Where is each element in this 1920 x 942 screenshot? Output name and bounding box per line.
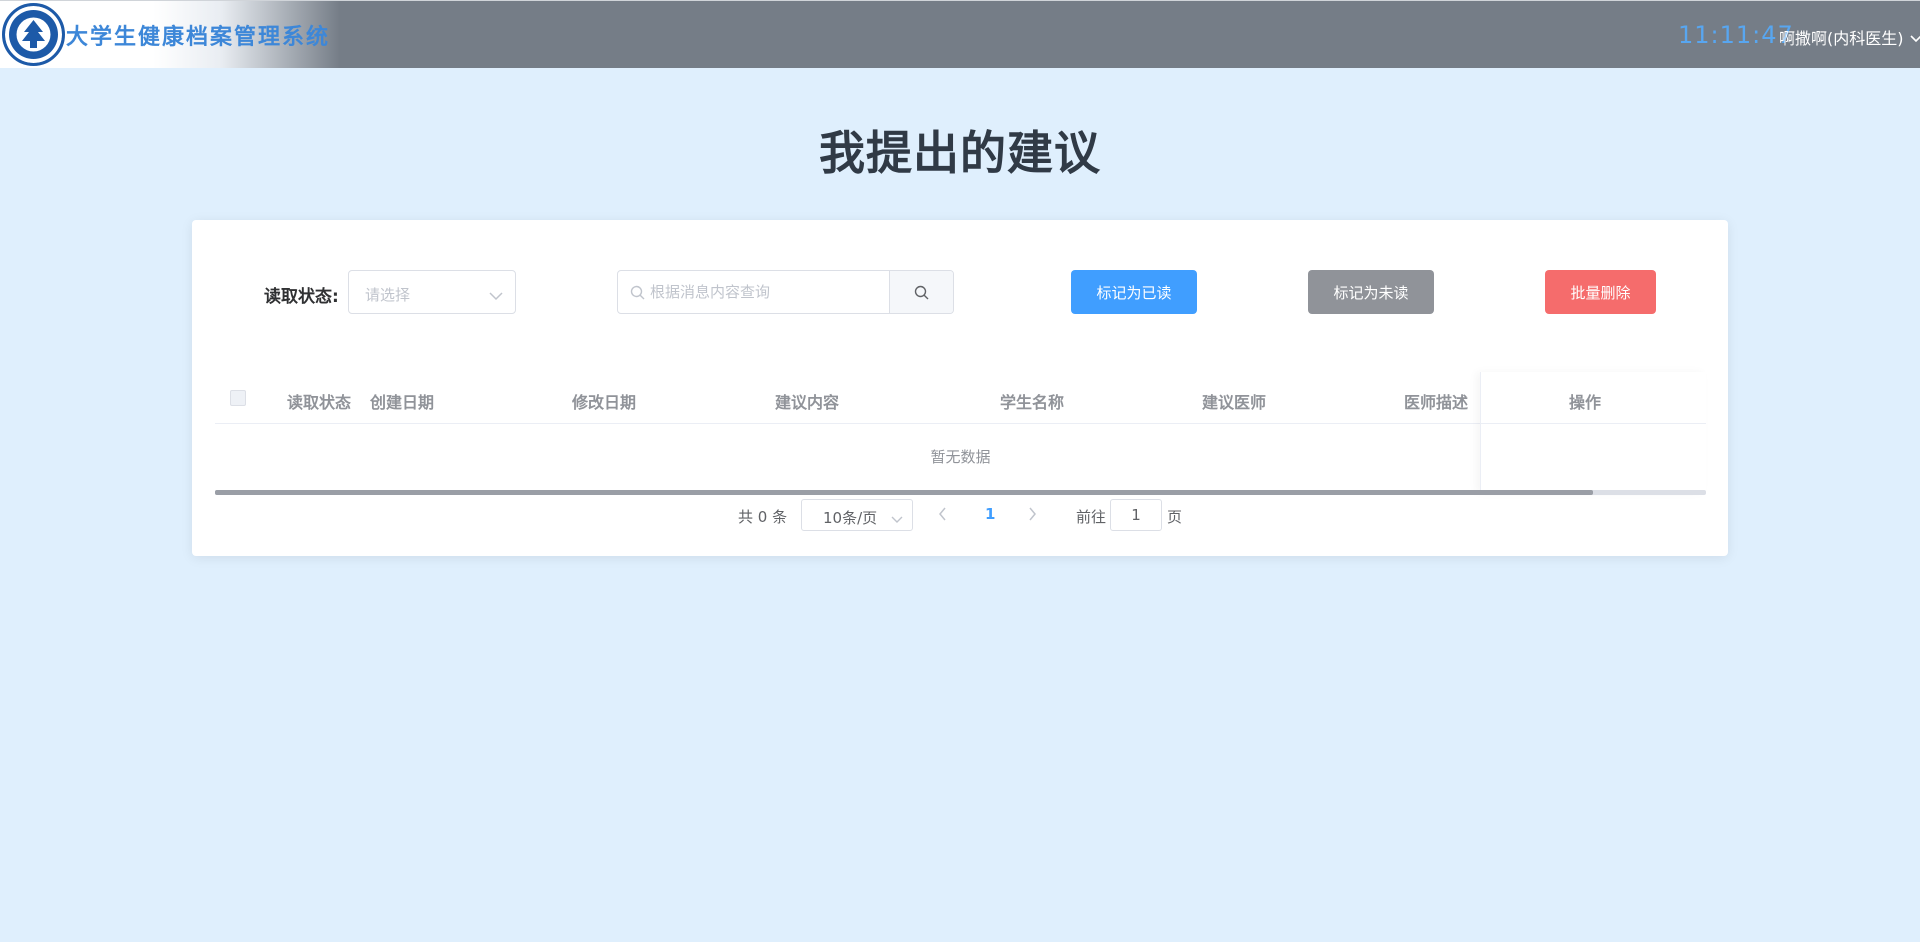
column-header-student-name[interactable]: 学生名称 [1000, 389, 1064, 413]
system-title: 大学生健康档案管理系统 [66, 25, 331, 50]
suggestions-card: 读取状态: 请选择 标记为已读 标记为未读 批量删除 读取状态 创建日期 修改日… [192, 220, 1728, 556]
read-status-select[interactable]: 请选择 [348, 270, 516, 314]
prev-page-button[interactable] [938, 507, 948, 525]
empty-table-text: 暂无数据 [930, 448, 991, 466]
column-header-doctor[interactable]: 建议医师 [1202, 389, 1266, 413]
search-icon [914, 285, 929, 300]
column-header-created-date[interactable]: 创建日期 [370, 389, 434, 413]
pagination: 共 0 条 10条/页 1 前往 页 [192, 498, 1728, 534]
clock-display: 11:11:47 [1678, 21, 1794, 49]
page-title: 我提出的建议 [819, 126, 1101, 180]
mark-unread-button[interactable]: 标记为未读 [1308, 270, 1434, 314]
column-header-doctor-description[interactable]: 医师描述 [1404, 389, 1468, 413]
mark-read-button[interactable]: 标记为已读 [1071, 270, 1197, 314]
page-size-value: 10条/页 [823, 509, 878, 527]
suggestions-table: 读取状态 创建日期 修改日期 建议内容 学生名称 建议医师 医师描述 操作 暂无… [215, 372, 1706, 496]
user-name-label: 啊撒啊(内科医生) [1779, 29, 1904, 48]
page-jumper-input[interactable] [1110, 499, 1162, 531]
chevron-left-icon [939, 507, 946, 521]
page-size-select[interactable]: 10条/页 [801, 499, 913, 531]
column-header-modified-date[interactable]: 修改日期 [572, 389, 636, 413]
user-dropdown[interactable]: 啊撒啊(内科医生) [1779, 25, 1920, 49]
chevron-down-icon [489, 286, 503, 305]
column-header-read-status[interactable]: 读取状态 [287, 389, 351, 413]
chevron-down-icon [891, 510, 903, 528]
goto-label: 前往 [1076, 508, 1107, 526]
batch-delete-button[interactable]: 批量删除 [1545, 270, 1656, 314]
column-header-suggestion-content[interactable]: 建议内容 [775, 389, 839, 413]
search-button[interactable] [889, 271, 953, 313]
search-input[interactable] [650, 271, 890, 313]
top-header: 大学生健康档案管理系统 11:11:47 啊撒啊(内科医生) [0, 0, 1920, 68]
chevron-right-icon [1029, 507, 1036, 521]
horizontal-scrollbar[interactable] [215, 490, 1706, 495]
total-count: 共 0 条 [738, 508, 788, 526]
select-all-checkbox[interactable] [230, 390, 246, 406]
search-icon [630, 285, 645, 304]
chevron-down-icon [1909, 28, 1920, 47]
read-status-label: 读取状态: [264, 287, 339, 307]
page-number-current[interactable]: 1 [985, 505, 995, 523]
next-page-button[interactable] [1027, 507, 1037, 525]
select-placeholder: 请选择 [365, 286, 411, 304]
university-logo-icon [2, 3, 65, 66]
brand-area: 大学生健康档案管理系统 [0, 1, 340, 68]
search-box [617, 270, 954, 314]
scrollbar-thumb[interactable] [215, 490, 1593, 495]
page-unit-label: 页 [1167, 508, 1183, 526]
